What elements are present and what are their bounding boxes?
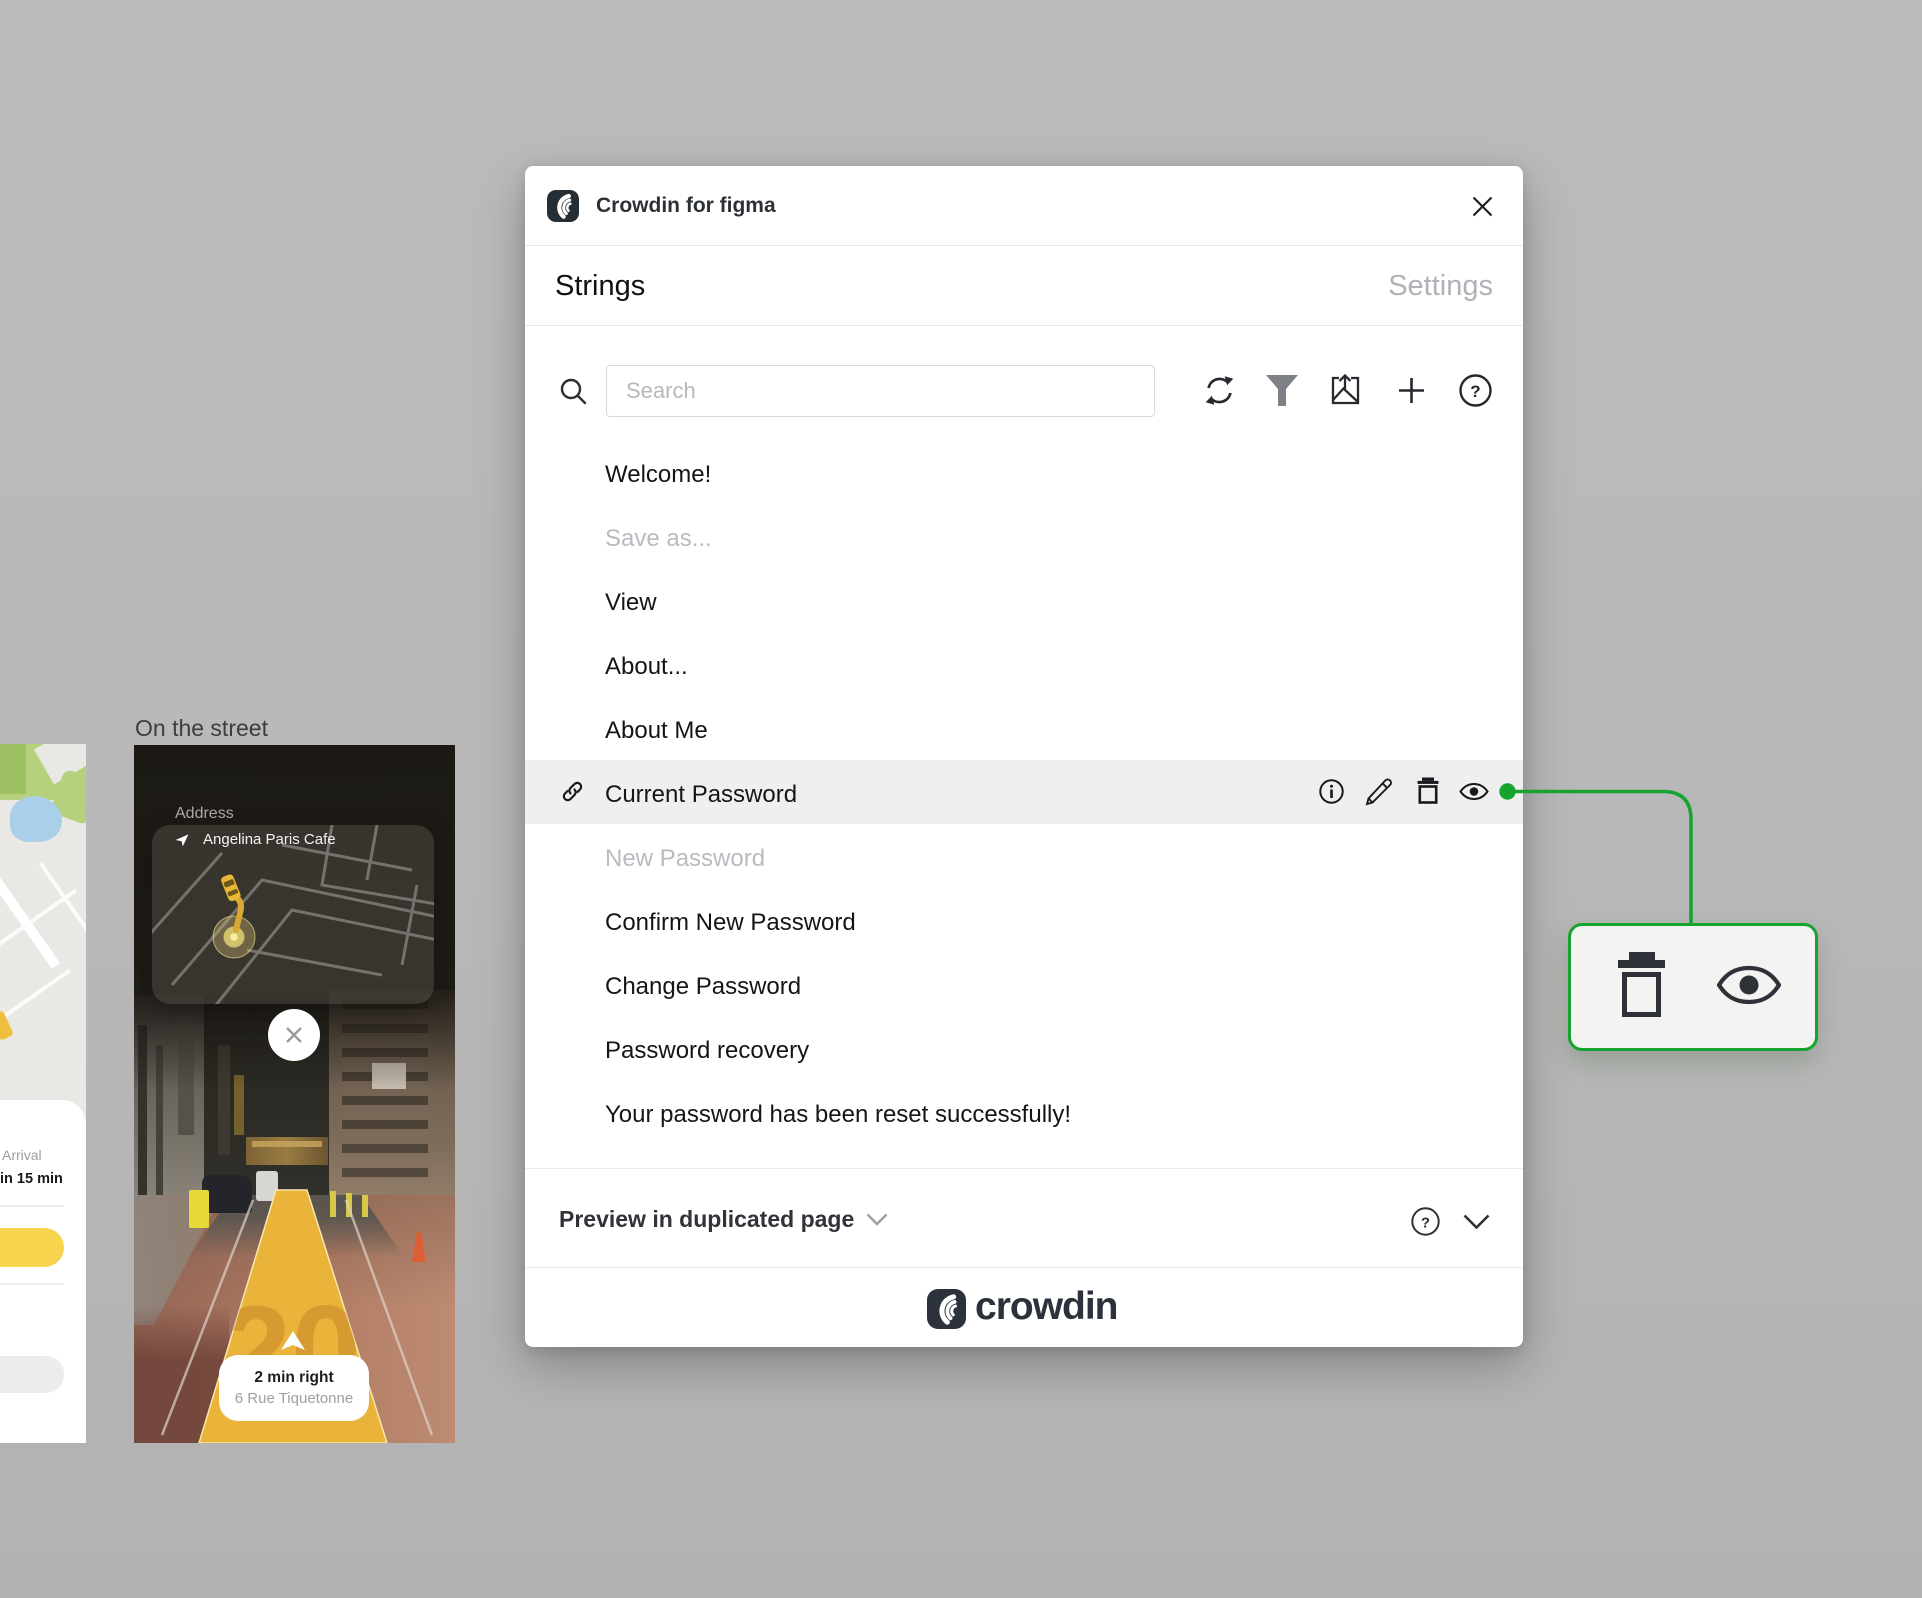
svg-text:?: ? [1421,1215,1430,1232]
svg-text:?: ? [1470,382,1480,401]
